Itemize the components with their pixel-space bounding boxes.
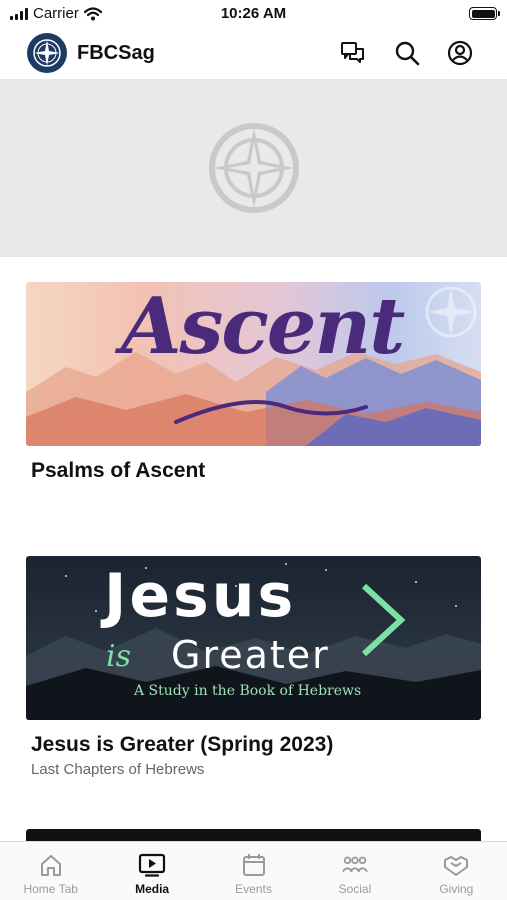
app-header: FBCSag	[0, 30, 507, 78]
study-caption: A Study in the Book of Hebrews	[134, 683, 362, 699]
church-logo[interactable]	[27, 33, 67, 73]
tab-giving[interactable]: Giving	[406, 842, 507, 900]
battery-icon	[469, 7, 500, 20]
chat-button[interactable]	[338, 38, 368, 68]
card-subtitle: Last Chapters of Hebrews	[31, 761, 205, 778]
chat-icon	[341, 42, 364, 63]
is-text: is	[106, 639, 131, 674]
jesus-greater-artwork[interactable]: Jesus is Greater A Study in the Book of …	[26, 556, 481, 720]
tab-label-social: Social	[338, 882, 372, 896]
giving-icon	[444, 856, 469, 876]
media-icon	[139, 853, 166, 877]
account-button[interactable]	[445, 38, 475, 68]
tab-label-media: Media	[135, 882, 170, 896]
app-title: FBCSag	[77, 42, 155, 64]
status-bar: Carrier 10:26 AM	[0, 0, 507, 30]
media-card-jesus-greater[interactable]: Jesus is Greater A Study in the Book of …	[26, 556, 481, 778]
status-time: 10:26 AM	[220, 5, 287, 22]
greater-text: Greater	[171, 633, 330, 677]
card-title[interactable]: Psalms of Ascent	[26, 459, 481, 483]
jesus-text: Jesus	[104, 561, 297, 631]
tab-social[interactable]: Social	[304, 842, 405, 900]
calendar-icon	[242, 854, 265, 876]
account-icon	[447, 40, 473, 66]
tab-media[interactable]: Media	[101, 842, 202, 900]
search-button[interactable]	[392, 38, 422, 68]
social-icon	[342, 856, 368, 873]
tab-label-giving: Giving	[439, 882, 474, 896]
compass-logo-icon	[33, 39, 61, 67]
compass-placeholder-icon	[208, 123, 299, 213]
home-icon	[40, 855, 61, 876]
tab-home[interactable]: Home Tab	[0, 842, 101, 900]
tab-events[interactable]: Events	[203, 842, 304, 900]
tab-label-events: Events	[235, 882, 272, 896]
tab-label-home: Home Tab	[23, 882, 78, 896]
card-title[interactable]: Jesus is Greater (Spring 2023)	[26, 733, 481, 757]
media-card-ascent[interactable]: Ascent Psalms of Ascent	[26, 282, 481, 483]
search-icon	[395, 41, 420, 66]
ascent-artwork[interactable]: Ascent	[26, 282, 481, 446]
hero-banner[interactable]	[0, 79, 507, 257]
ascent-script-text: Ascent	[121, 282, 405, 372]
bottom-tab-bar: Home Tab Media Events Social Giving	[0, 841, 507, 900]
